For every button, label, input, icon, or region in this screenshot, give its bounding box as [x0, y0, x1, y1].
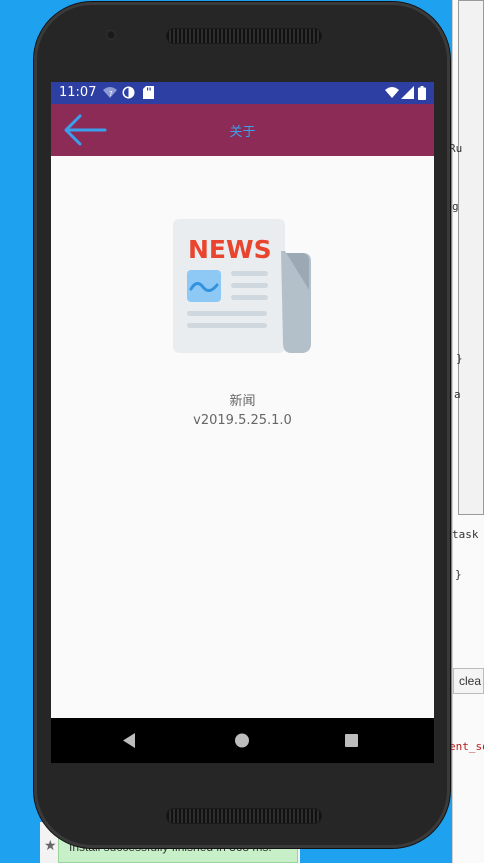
- back-triangle-icon: [123, 733, 135, 748]
- front-camera: [106, 30, 116, 40]
- signal-icon: [401, 86, 414, 99]
- ide-tool-window: [458, 0, 484, 515]
- nav-recents-button[interactable]: [321, 718, 381, 763]
- nav-back-button[interactable]: [99, 718, 159, 763]
- logo-text: NEWS: [188, 235, 272, 264]
- bottom-speaker: [166, 808, 322, 824]
- app-version: v2019.5.25.1.0: [193, 413, 292, 428]
- status-time: 11:07: [59, 85, 97, 100]
- wifi-question-icon: ?: [103, 87, 117, 98]
- about-content: NEWS 新闻 v2019.5.25.1.0: [51, 156, 434, 718]
- svg-text:?: ?: [109, 90, 113, 98]
- ide-code-fragment: task: [452, 528, 479, 541]
- ide-code-fragment: g: [452, 200, 459, 213]
- nav-home-button[interactable]: [212, 718, 272, 763]
- ide-code-fragment: Ru: [449, 142, 463, 155]
- recents-square-icon: [345, 734, 358, 747]
- wifi-icon: [385, 87, 399, 98]
- ide-code-fragment: a: [454, 388, 461, 401]
- ide-code-fragment: }: [456, 352, 463, 365]
- ide-clean-button[interactable]: clea: [453, 668, 484, 694]
- star-icon: ★: [44, 838, 57, 854]
- app-name: 新闻: [229, 394, 256, 409]
- ide-code-fragment: ent_so: [449, 740, 484, 753]
- top-speaker: [166, 28, 322, 44]
- phone-screen: 11:07 ? 关于 NEWS 新闻 v2019.5.25.1.0: [51, 82, 434, 763]
- home-circle-icon: [235, 733, 249, 748]
- page-title: 关于: [229, 125, 256, 140]
- nav-bar: [51, 718, 434, 763]
- news-logo: NEWS: [173, 219, 311, 353]
- sync-icon: [122, 86, 135, 99]
- ide-code-fragment: }: [455, 568, 462, 581]
- app-bar: 关于: [51, 104, 434, 156]
- battery-icon: [418, 86, 426, 100]
- sd-card-icon: [143, 86, 154, 99]
- status-bar: 11:07 ?: [51, 82, 434, 104]
